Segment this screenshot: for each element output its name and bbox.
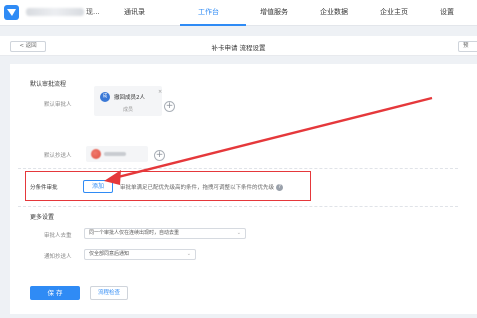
company-name[interactable]: 现... — [26, 7, 100, 17]
chevron-down-icon: ⌄ — [236, 230, 241, 236]
cc-card[interactable] — [86, 146, 148, 162]
flow-settings-panel: 默认审批流程 默认审批人 成 撤回成员2人 × 成员 + 默认抄送人 + 分条件… — [10, 64, 477, 314]
highlight-box — [25, 171, 311, 201]
divider — [18, 206, 458, 207]
notify-cc-label: 通知抄送人 — [44, 254, 72, 260]
active-tab-indicator — [180, 24, 246, 26]
default-cc-label: 默认抄送人 — [44, 153, 72, 159]
notify-cc-value: 仅全部同意后通知 — [89, 251, 130, 257]
approver-subtitle: 成员 — [122, 107, 133, 113]
nav-value-added-services[interactable]: 增值服务 — [260, 7, 288, 17]
cc-avatar — [91, 149, 101, 159]
default-flow-title: 默认审批流程 — [30, 81, 67, 88]
approver-avatar: 成 — [100, 92, 110, 102]
approver-card[interactable]: 成 撤回成员2人 × 成员 — [94, 86, 162, 116]
dedupe-value: 同一个审批人仅在连续出现时，自动去重 — [89, 230, 180, 236]
company-name-suffix: 现... — [86, 8, 100, 16]
logo-icon — [7, 9, 16, 16]
save-button[interactable]: 保 存 — [30, 286, 80, 300]
dedupe-label: 审批人去重 — [44, 233, 72, 239]
nav-enterprise-home[interactable]: 企业主页 — [380, 7, 408, 17]
nav-contacts[interactable]: 通讯录 — [124, 7, 145, 17]
default-approver-label: 默认审批人 — [44, 102, 72, 108]
chevron-down-icon: ⌄ — [186, 251, 191, 257]
preview-button[interactable]: 预 — [458, 41, 477, 52]
page-header: < 返回 补卡申请 流程设置 预 — [0, 36, 477, 56]
company-name-redacted — [26, 8, 84, 16]
nav-enterprise-data[interactable]: 企业数据 — [320, 7, 348, 17]
divider — [18, 168, 458, 169]
add-cc-button[interactable]: + — [154, 150, 165, 161]
remove-approver-icon[interactable]: × — [158, 89, 162, 95]
top-nav: 现... 通讯录 工作台 增值服务 企业数据 企业主页 设置 — [0, 0, 477, 26]
app-logo[interactable] — [4, 5, 19, 20]
approver-name: 撤回成员2人 — [114, 95, 145, 101]
nav-settings[interactable]: 设置 — [440, 7, 454, 17]
dedupe-select[interactable]: 同一个审批人仅在连续出现时，自动去重 ⌄ — [84, 228, 246, 239]
more-settings-title: 更多设置 — [30, 214, 55, 221]
nav-workbench[interactable]: 工作台 — [198, 7, 219, 17]
add-approver-button[interactable]: + — [164, 101, 175, 112]
notify-cc-select[interactable]: 仅全部同意后通知 ⌄ — [84, 249, 196, 260]
page-title: 补卡申请 流程设置 — [211, 44, 266, 52]
flow-check-button[interactable]: 流程检查 — [90, 286, 128, 300]
cc-name-redacted — [104, 152, 126, 156]
